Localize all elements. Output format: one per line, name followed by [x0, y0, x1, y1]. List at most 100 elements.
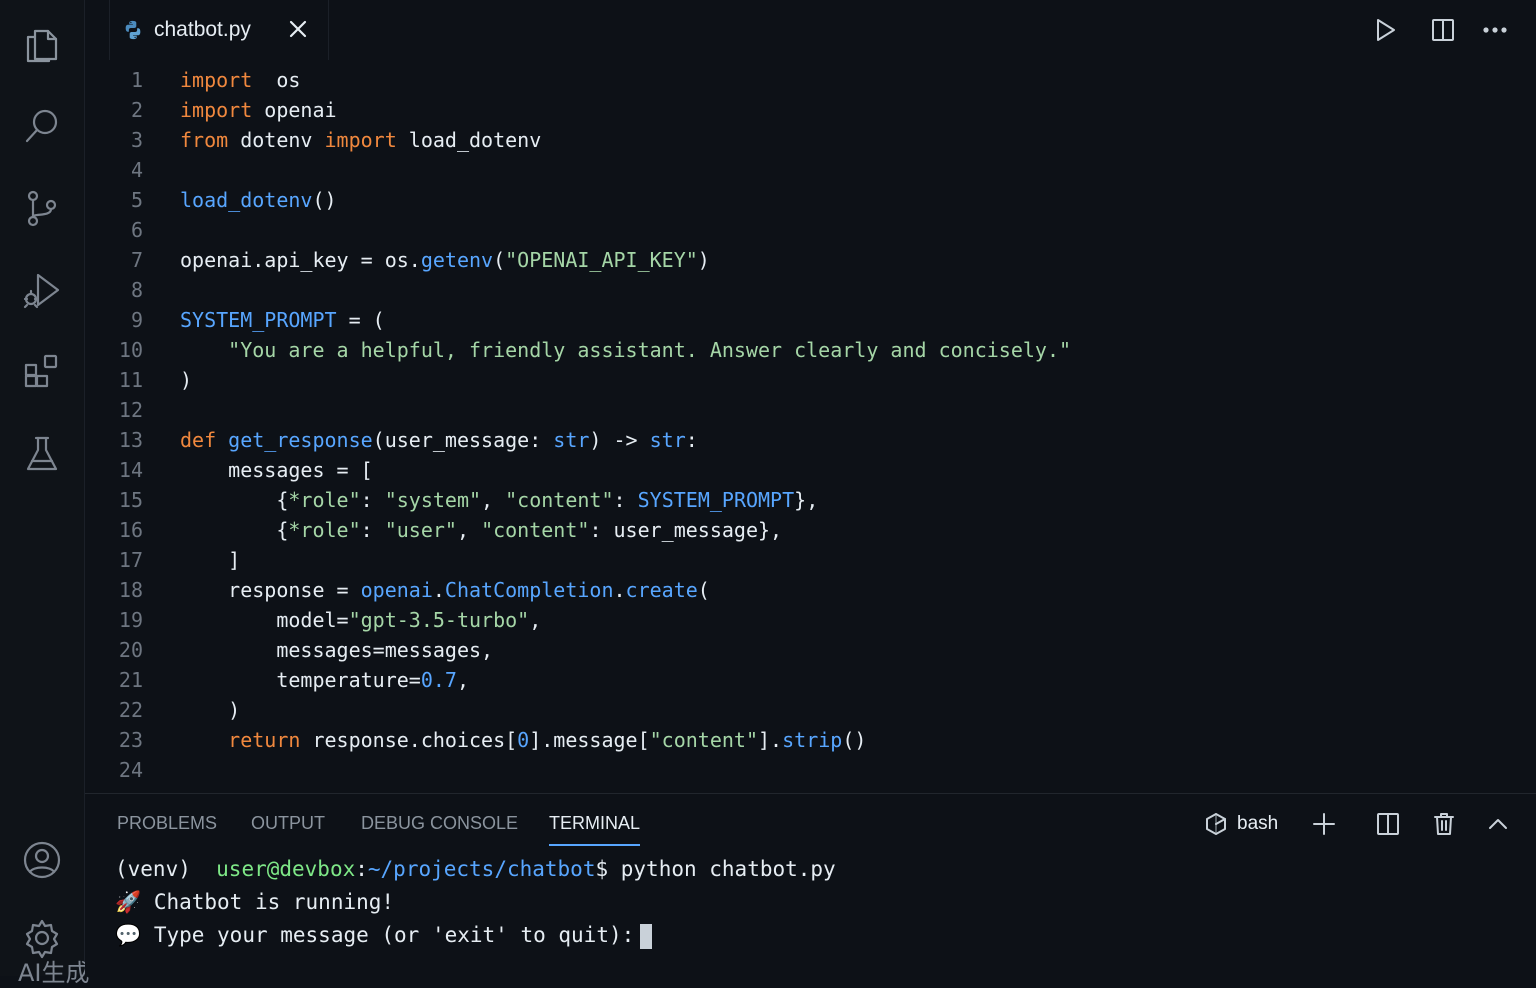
code-token: : user_message}, — [589, 518, 783, 542]
line-number: 15 — [118, 488, 143, 512]
line-number: 1 — [130, 68, 143, 92]
line-number: 5 — [130, 188, 143, 212]
code-token: "gpt-3.5-turbo" — [348, 608, 530, 632]
code-token: , — [481, 488, 506, 512]
code-token: (user_message: — [372, 428, 554, 452]
code-text: import openai — [180, 95, 337, 125]
code-token: "You are a helpful, friendly assistant. … — [228, 338, 1072, 362]
account-icon[interactable] — [20, 838, 64, 882]
line-number: 13 — [118, 428, 143, 452]
code-token: , — [529, 608, 542, 632]
code-token: ]. — [758, 728, 783, 752]
code-token: 0.7 — [420, 668, 457, 692]
code-token: , — [456, 668, 469, 692]
line-number: 22 — [118, 698, 143, 722]
code-token: "content" — [649, 728, 759, 752]
settings-icon[interactable] — [20, 916, 64, 960]
code-token: *role" — [288, 488, 361, 512]
rocket-icon: 🚀 — [115, 890, 142, 914]
code-token: { — [180, 518, 289, 542]
code-token: get_response — [228, 428, 373, 452]
terminal-command: python chatbot.py — [620, 857, 836, 881]
run-debug-icon[interactable] — [20, 268, 64, 312]
tab-debug-console[interactable]: DEBUG CONSOLE — [361, 810, 518, 844]
line-number: 8 — [130, 278, 143, 302]
line-number: 10 — [118, 338, 143, 362]
code-token: import — [180, 68, 253, 92]
code-token: ].message[ — [529, 728, 650, 752]
terminal-output-line: 🚀 Chatbot is running! — [115, 886, 394, 918]
run-file-icon[interactable] — [1369, 14, 1401, 46]
terminal-cursor — [640, 923, 653, 949]
code-token: load_dotenv — [396, 128, 542, 152]
split-terminal-icon[interactable] — [1375, 810, 1401, 838]
tab-problems[interactable]: PROBLEMS — [117, 810, 217, 844]
terminal-input-prompt: Type your message (or 'exit' to quit): — [153, 923, 635, 947]
code-text: ] — [180, 545, 240, 575]
line-number: 17 — [118, 548, 143, 572]
code-token: str — [553, 428, 590, 452]
testing-icon[interactable] — [20, 432, 64, 476]
tab-output[interactable]: OUTPUT — [251, 810, 325, 844]
code-token: . — [613, 578, 626, 602]
more-actions-icon[interactable] — [1479, 14, 1511, 46]
line-number: 2 — [130, 98, 143, 122]
line-number: 11 — [118, 368, 143, 392]
code-token: : — [613, 488, 638, 512]
code-token: temperature= — [180, 668, 421, 692]
code-text: SYSTEM_PROMPT = ( — [180, 305, 385, 335]
code-token: str — [649, 428, 686, 452]
code-token: strip — [782, 728, 843, 752]
code-token: }, — [794, 488, 819, 512]
tab-bar: chatbot.py — [85, 0, 1536, 61]
code-text: ) — [180, 365, 192, 395]
ai-generated-label: AI生成 — [18, 959, 90, 987]
code-token: openai — [252, 98, 337, 122]
files-icon[interactable] — [20, 22, 64, 66]
tab-label: chatbot.py — [154, 18, 251, 41]
code-text: "You are a helpful, friendly assistant. … — [180, 335, 1071, 365]
code-token: ) — [697, 248, 710, 272]
code-token: "OPENAI_API_KEY" — [505, 248, 698, 272]
code-token: import — [324, 128, 397, 152]
new-terminal-icon[interactable] — [1311, 810, 1337, 838]
line-number: 24 — [118, 758, 143, 782]
tab-terminal[interactable]: TERMINAL — [549, 810, 641, 846]
line-number: 23 — [118, 728, 143, 752]
line-number: 21 — [118, 668, 143, 692]
close-icon[interactable] — [286, 17, 310, 41]
code-token: , — [456, 518, 482, 542]
chevron-up-icon[interactable] — [1485, 810, 1511, 838]
terminal-input-line[interactable]: 💬 Type your message (or 'exit' to quit): — [115, 919, 653, 951]
line-number: 19 — [118, 608, 143, 632]
code-token: create — [625, 578, 698, 602]
code-editor[interactable]: 1 import os 2 import openai 3 from dotenv imp… — [85, 60, 1536, 793]
trash-icon[interactable] — [1431, 810, 1457, 838]
code-token: response.choices[ — [300, 728, 518, 752]
tab-chatbot-py[interactable]: chatbot.py — [109, 0, 329, 60]
line-number: 14 — [118, 458, 143, 482]
line-number: 18 — [118, 578, 143, 602]
code-token: = ( — [336, 308, 385, 332]
code-text: openai.api_key = os.getenv("OPENAI_API_K… — [180, 245, 710, 275]
code-token: load_dotenv — [180, 188, 313, 212]
split-editor-icon[interactable] — [1427, 14, 1459, 46]
code-token: ) — [180, 368, 193, 392]
search-icon[interactable] — [20, 104, 64, 148]
code-token: ( — [493, 248, 506, 272]
terminal-user: user@devbox — [216, 857, 356, 881]
code-token: { — [180, 488, 289, 512]
code-token: "content" — [481, 518, 590, 542]
code-text: return response.choices[0].message["cont… — [180, 725, 866, 755]
code-token: *role" — [288, 518, 361, 542]
source-control-icon[interactable] — [20, 186, 64, 230]
code-text: {*role": "system", "content": SYSTEM_PRO… — [180, 485, 818, 515]
terminal-shell-selector[interactable]: bash — [1203, 810, 1278, 838]
terminal-prompt-line: (venv) user@devbox:~/projects/chatbot$ p… — [115, 857, 836, 881]
code-token: ChatCompletion — [444, 578, 614, 602]
extensions-icon[interactable] — [20, 350, 64, 394]
shell-label: bash — [1237, 813, 1279, 834]
code-token: ( — [697, 578, 710, 602]
